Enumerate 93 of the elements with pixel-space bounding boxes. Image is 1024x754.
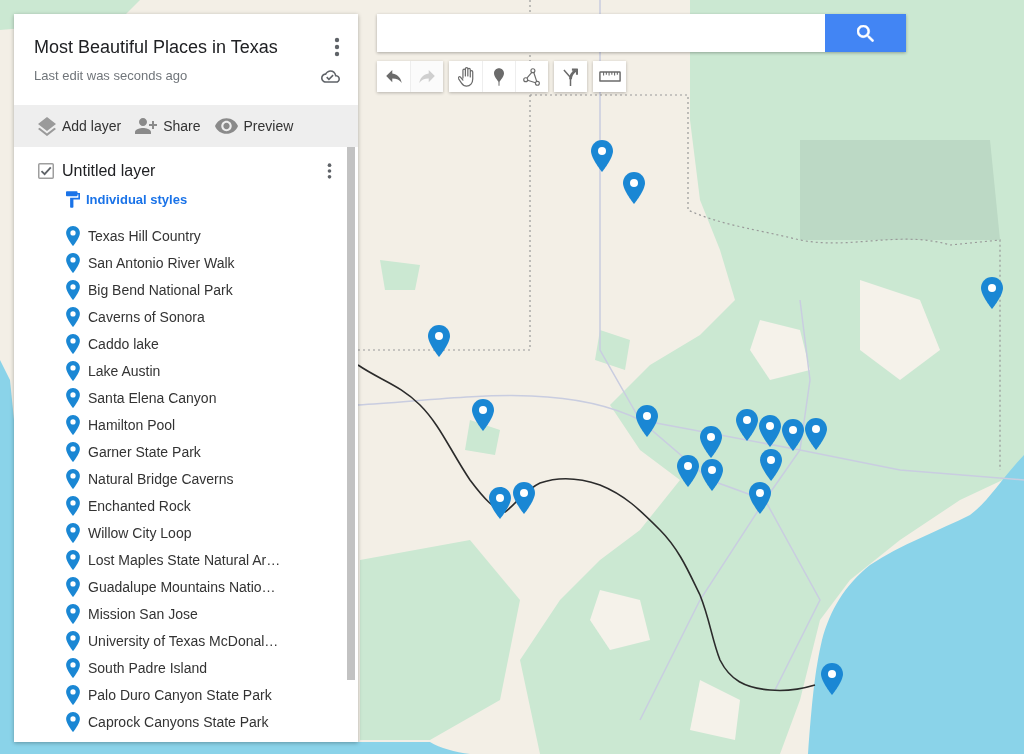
individual-styles-link[interactable]: Individual styles xyxy=(66,189,188,210)
polyline-icon xyxy=(523,67,541,86)
undo-icon xyxy=(385,70,402,83)
place-pin-icon xyxy=(66,414,80,435)
map-pin-icon[interactable] xyxy=(700,426,722,458)
place-item[interactable]: South Padre Island xyxy=(38,654,346,681)
dry-land-area xyxy=(590,590,650,650)
search-icon xyxy=(857,24,874,42)
place-item[interactable]: Hamilton Pool xyxy=(38,411,346,438)
place-item[interactable]: Enchanted Rock xyxy=(38,492,346,519)
map-pin-icon[interactable] xyxy=(472,399,494,431)
dry-land-area xyxy=(750,320,810,380)
map-pin-icon[interactable] xyxy=(623,172,645,204)
dry-land-area xyxy=(690,680,740,740)
paint-roller-icon xyxy=(66,191,80,208)
place-item[interactable]: Big Bend National Park xyxy=(38,276,346,303)
map-pin-icon[interactable] xyxy=(821,663,843,695)
place-item[interactable]: Palo Duro Canyon State Park xyxy=(38,681,346,708)
map-pin-icon[interactable] xyxy=(782,419,804,451)
cloud-saved-icon xyxy=(321,69,340,83)
place-item[interactable]: Caprock Canyons State Park xyxy=(38,708,346,735)
map-marker-icon xyxy=(494,67,504,86)
redo-icon xyxy=(419,70,435,83)
place-pin-icon xyxy=(66,360,80,381)
place-item[interactable]: Lost Maples State Natural Ar… xyxy=(38,546,346,573)
map-pin-icon[interactable] xyxy=(636,405,658,437)
map-pin-icon[interactable] xyxy=(759,415,781,447)
place-pin-icon xyxy=(66,576,80,597)
scrollbar-thumb[interactable] xyxy=(347,147,355,680)
directions-tool-button[interactable] xyxy=(554,61,587,92)
place-pin-icon xyxy=(66,387,80,408)
vegetation-area xyxy=(465,420,500,455)
layer-name[interactable]: Untitled layer xyxy=(62,162,327,180)
place-pin-icon xyxy=(66,306,80,327)
place-pin-icon xyxy=(66,549,80,570)
place-pin-icon xyxy=(66,495,80,516)
undo-button[interactable] xyxy=(377,61,410,92)
layers-icon xyxy=(38,116,56,136)
line-tool-button[interactable] xyxy=(515,61,548,92)
search-button[interactable] xyxy=(825,14,906,52)
place-pin-icon xyxy=(66,468,80,489)
place-item[interactable]: Texas Hill Country xyxy=(38,222,346,249)
place-pin-icon xyxy=(66,252,80,273)
place-pin-icon xyxy=(66,441,80,462)
map-pin-icon[interactable] xyxy=(513,482,535,514)
place-item[interactable]: Lake Austin xyxy=(38,357,346,384)
add-person-icon xyxy=(135,118,158,134)
place-item[interactable]: Mission San Jose xyxy=(38,600,346,627)
add-layer-button[interactable]: Add layer xyxy=(36,112,124,140)
preview-button[interactable]: Preview xyxy=(212,114,296,138)
place-pin-icon xyxy=(66,657,80,678)
layer-checkbox[interactable] xyxy=(38,163,54,179)
ruler-tool-button[interactable] xyxy=(593,61,626,92)
map-pin-icon[interactable] xyxy=(805,418,827,450)
place-pin-icon xyxy=(66,279,80,300)
share-button[interactable]: Share xyxy=(133,114,203,138)
map-pin-icon[interactable] xyxy=(489,487,511,519)
hand-tool-button[interactable] xyxy=(449,61,482,92)
map-pin-icon[interactable] xyxy=(736,409,758,441)
place-item[interactable]: San Antonio River Walk xyxy=(38,249,346,276)
place-item[interactable]: Guadalupe Mountains Natio… xyxy=(38,573,346,600)
place-item[interactable]: Santa Elena Canyon xyxy=(38,384,346,411)
layer-options-icon[interactable] xyxy=(327,162,332,180)
place-pin-icon xyxy=(66,522,80,543)
map-pin-icon[interactable] xyxy=(591,140,613,172)
marker-tool-button[interactable] xyxy=(482,61,515,92)
map-pin-icon[interactable] xyxy=(677,455,699,487)
place-item[interactable]: University of Texas McDonal… xyxy=(38,627,346,654)
map-title[interactable]: Most Beautiful Places in Texas xyxy=(34,35,278,59)
more-options-icon[interactable] xyxy=(334,37,340,57)
ruler-icon xyxy=(598,71,621,82)
map-pin-icon[interactable] xyxy=(760,449,782,481)
place-pin-icon xyxy=(66,225,80,246)
place-pin-icon xyxy=(66,630,80,651)
place-pin-icon xyxy=(66,684,80,705)
vegetation-area xyxy=(595,330,630,370)
map-pin-icon[interactable] xyxy=(428,325,450,357)
last-edit-status: Last edit was seconds ago xyxy=(34,67,188,85)
place-item[interactable]: Willow City Loop xyxy=(38,519,346,546)
map-pin-icon[interactable] xyxy=(981,277,1003,309)
place-item[interactable]: Garner State Park xyxy=(38,438,346,465)
place-pin-icon xyxy=(66,711,80,732)
place-pin-icon xyxy=(66,333,80,354)
place-pin-icon xyxy=(66,603,80,624)
place-item[interactable]: Caverns of Sonora xyxy=(38,303,346,330)
place-item[interactable]: Natural Bridge Caverns xyxy=(38,465,346,492)
search-field[interactable] xyxy=(377,14,825,52)
place-item[interactable]: Caddo lake xyxy=(38,330,346,357)
map-pin-icon[interactable] xyxy=(701,459,723,491)
map-pin-icon[interactable] xyxy=(749,482,771,514)
hand-icon xyxy=(457,66,474,87)
vegetation-area xyxy=(380,260,420,290)
eye-icon xyxy=(214,118,238,134)
